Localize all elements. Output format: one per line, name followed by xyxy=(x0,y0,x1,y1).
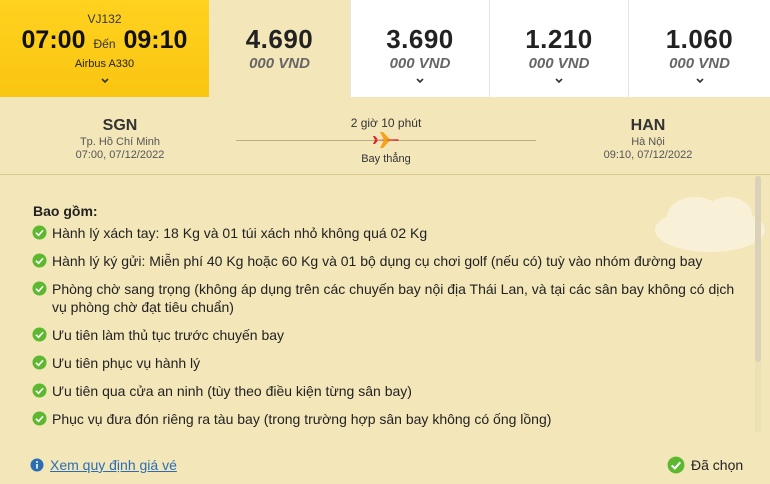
flight-duration: 2 giờ 10 phút xyxy=(350,116,422,130)
fare-option-4[interactable]: 1.060 000 VND xyxy=(628,0,770,97)
check-circle-icon xyxy=(32,411,47,426)
arrive-time: 09:10 xyxy=(123,26,188,54)
list-item: Phòng chờ sang trọng (không áp dụng trên… xyxy=(32,280,752,316)
benefit-text: Phục vụ đưa đón riêng ra tàu bay (trong … xyxy=(52,411,552,427)
flight-summary[interactable]: VJ132 07:00 Đến 09:10 Airbus A330 xyxy=(0,0,209,97)
info-icon xyxy=(30,458,44,472)
fare-currency: 000 VND xyxy=(389,55,451,72)
chevron-down-icon[interactable] xyxy=(629,77,770,87)
chevron-down-icon[interactable] xyxy=(0,77,209,87)
origin-datetime: 07:00, 07/12/2022 xyxy=(75,149,165,161)
includes-title: Bao gồm: xyxy=(33,203,98,219)
fare-currency: 000 VND xyxy=(669,55,730,72)
selected-indicator[interactable]: Đã chọn xyxy=(667,456,743,474)
plane-icon xyxy=(373,132,399,148)
benefit-text: Hành lý ký gửi: Miễn phí 40 Kg hoặc 60 K… xyxy=(52,253,703,269)
benefit-text: Phòng chờ sang trọng (không áp dụng trên… xyxy=(52,281,735,315)
benefit-text: Ưu tiên làm thủ tục trước chuyến bay xyxy=(52,327,285,343)
fare-currency: 000 VND xyxy=(528,55,590,72)
fare-details-panel: Bao gồm: Hành lý xách tay: 18 Kg và 01 t… xyxy=(22,175,762,455)
fare-amount: 1.210 xyxy=(525,24,593,54)
destination-code: HAN xyxy=(630,117,666,134)
list-item: Ưu tiên qua cửa an ninh (tùy theo điều k… xyxy=(32,382,752,400)
list-item: Ưu tiên phục vụ hành lý xyxy=(32,354,752,372)
benefit-text: Ưu tiên qua cửa an ninh (tùy theo điều k… xyxy=(52,383,412,399)
aircraft-type: Airbus A330 xyxy=(74,58,135,70)
chevron-down-icon[interactable] xyxy=(351,77,489,87)
fare-rules-label[interactable]: Xem quy định giá vé xyxy=(50,457,177,473)
depart-time: 07:00 xyxy=(21,26,86,54)
list-item: Hành lý xách tay: 18 Kg và 01 túi xách n… xyxy=(32,224,752,242)
fare-amount: 4.690 xyxy=(245,24,314,54)
list-item: Ưu tiên làm thủ tục trước chuyến bay xyxy=(32,326,752,344)
flight-times: 07:00 Đến 09:10 xyxy=(0,26,209,55)
origin-code: SGN xyxy=(102,117,138,134)
fare-option-2[interactable]: 3.690 000 VND xyxy=(350,0,489,97)
details-scrollbar[interactable] xyxy=(755,176,761,432)
check-circle-icon xyxy=(32,225,47,240)
fare-currency: 000 VND xyxy=(249,55,310,72)
destination-datetime: 09:10, 07/12/2022 xyxy=(603,149,693,161)
list-item: Hành lý ký gửi: Miễn phí 40 Kg hoặc 60 K… xyxy=(32,252,752,270)
fare-rules-link[interactable]: Xem quy định giá vé xyxy=(30,457,177,473)
chevron-down-icon[interactable] xyxy=(490,77,628,87)
origin-city: Tp. Hồ Chí Minh xyxy=(79,136,161,148)
time-connector: Đến xyxy=(93,37,116,51)
check-circle-icon xyxy=(32,281,47,296)
scrollbar-thumb[interactable] xyxy=(755,176,761,362)
selected-label: Đã chọn xyxy=(691,457,744,473)
benefits-list: Hành lý xách tay: 18 Kg và 01 túi xách n… xyxy=(32,224,752,438)
fare-option-1[interactable]: 4.690 000 VND xyxy=(209,0,350,97)
destination-city: Hà Nội xyxy=(631,136,665,148)
check-circle-icon xyxy=(32,253,47,268)
fare-amount: 1.060 xyxy=(665,24,734,54)
benefit-text: Hành lý xách tay: 18 Kg và 01 túi xách n… xyxy=(52,225,428,241)
fare-option-3[interactable]: 1.210 000 VND xyxy=(489,0,628,97)
benefit-text: Ưu tiên phục vụ hành lý xyxy=(52,355,201,371)
flight-code: VJ132 xyxy=(87,12,122,26)
check-circle-icon xyxy=(32,355,47,370)
route-info: SGN Tp. Hồ Chí Minh 07:00, 07/12/2022 2 … xyxy=(0,97,770,175)
check-circle-icon xyxy=(32,383,47,398)
destination-airport: HAN Hà Nội 09:10, 07/12/2022 xyxy=(588,117,708,161)
check-circle-icon xyxy=(667,456,685,474)
check-circle-icon xyxy=(32,327,47,342)
fare-row: VJ132 07:00 Đến 09:10 Airbus A330 4.690 … xyxy=(0,0,770,97)
list-item: Phục vụ đưa đón riêng ra tàu bay (trong … xyxy=(32,410,752,428)
origin-airport: SGN Tp. Hồ Chí Minh 07:00, 07/12/2022 xyxy=(60,117,180,161)
fare-amount: 3.690 xyxy=(386,24,454,54)
flight-type: Bay thẳng xyxy=(361,153,411,165)
